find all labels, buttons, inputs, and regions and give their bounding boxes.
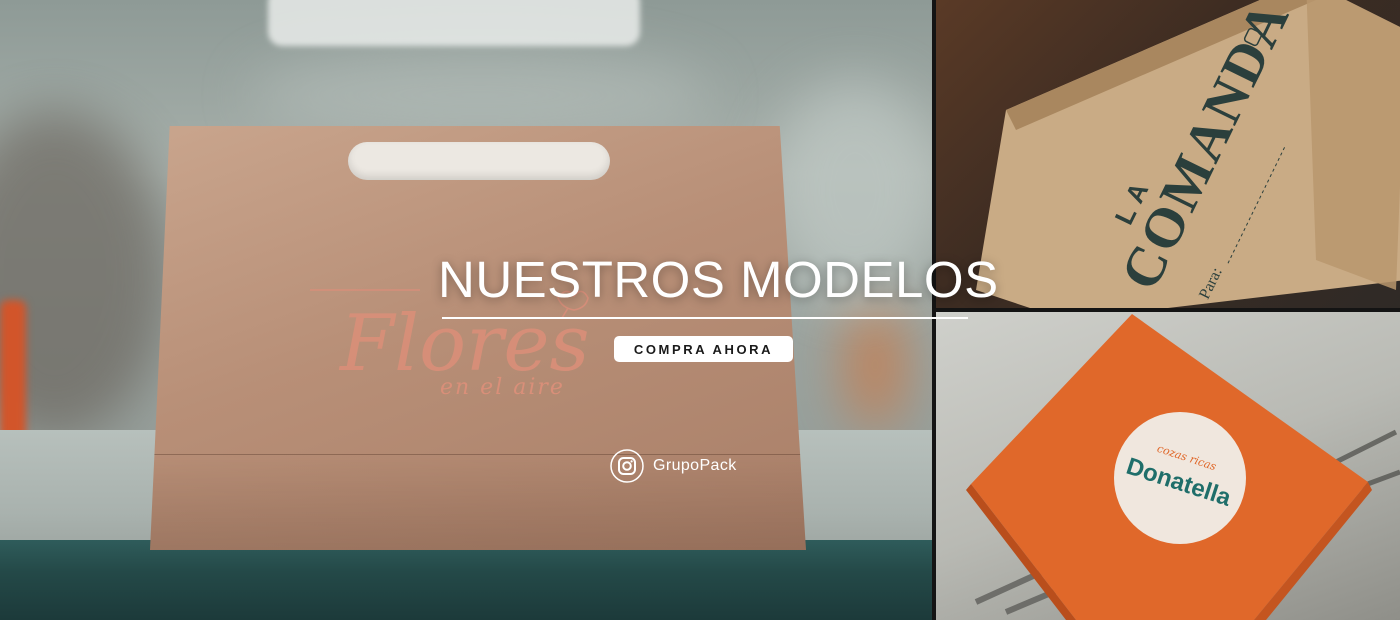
- bag-brand-line2: en el aire: [440, 375, 565, 400]
- kraft-box-photo: LA COMANDA Para:: [936, 0, 1400, 308]
- shop-now-button[interactable]: COMPRA AHORA: [614, 336, 793, 362]
- orange-box-photo: cozas ricas Donatella: [936, 312, 1400, 620]
- page-title: NUESTROS MODELOS: [438, 251, 999, 308]
- background-blur: [845, 300, 905, 430]
- instagram-icon: [610, 449, 644, 483]
- shop-now-label: COMPRA AHORA: [633, 341, 774, 357]
- table-edge: [0, 540, 932, 620]
- paper-bag-photo: Flores en el aire: [0, 0, 932, 620]
- instagram-handle: GrupoPack: [653, 457, 737, 474]
- hero-banner: Flores en el aire LA COMANDA Para: cozas…: [0, 0, 1400, 620]
- title-underline: [442, 317, 968, 319]
- la-comanda-box: LA COMANDA Para:: [976, 0, 1400, 308]
- donatella-box: cozas ricas Donatella: [966, 314, 1400, 620]
- background-blur: [0, 300, 26, 440]
- instagram-link[interactable]: GrupoPack: [610, 449, 737, 483]
- bag-ribbon-handle: [348, 142, 610, 180]
- ceiling-lamp: [268, 0, 640, 46]
